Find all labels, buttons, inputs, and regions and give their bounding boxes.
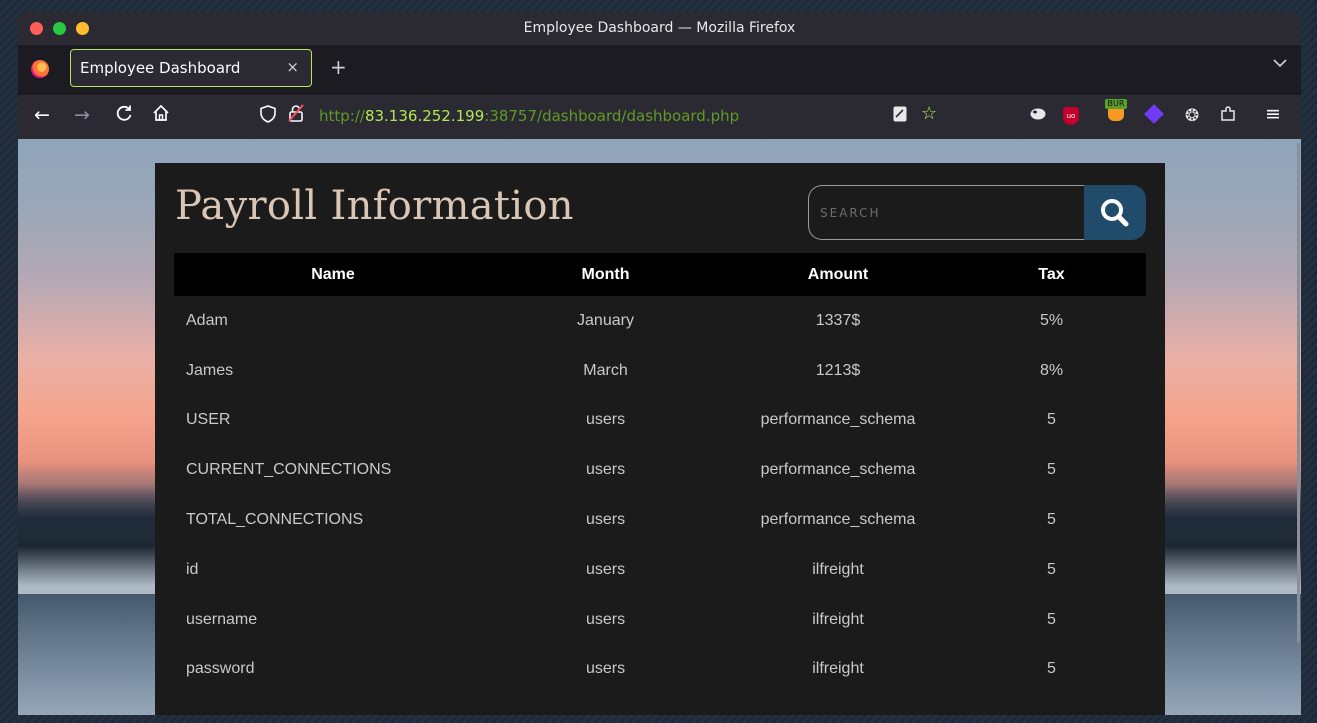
payroll-table: Name Month Amount Tax Adam January 1337$… (174, 253, 1146, 694)
cell-name: Adam (186, 311, 228, 329)
cell-name: id (186, 560, 199, 578)
search-input[interactable] (808, 185, 1084, 240)
cell-name: password (186, 660, 255, 678)
extension-icon[interactable] (1029, 105, 1047, 127)
navigation-toolbar: ← → http://83.136.252.199:38757/dashboar… (18, 95, 1301, 139)
cell-name: CURRENT_CONNECTIONS (186, 461, 392, 479)
burp-body-icon (1108, 109, 1124, 121)
cell-tax: 5 (1047, 511, 1056, 529)
reload-icon[interactable] (115, 104, 133, 127)
table-row: CURRENT_CONNECTIONS users performance_sc… (174, 445, 1146, 495)
payroll-panel: Payroll Information Name Month Amount (155, 163, 1165, 715)
search-bar (808, 185, 1146, 240)
cell-tax: 5% (1039, 311, 1064, 329)
column-header-name: Name (311, 265, 355, 283)
hamburger-menu-icon[interactable]: ≡ (1265, 103, 1281, 125)
cell-amount: performance_schema (760, 511, 916, 529)
cell-month: users (585, 660, 626, 678)
cell-amount: 1213$ (815, 361, 861, 379)
cell-tax: 5 (1047, 461, 1056, 479)
cell-month: March (583, 361, 628, 379)
burp-label: BUR (1105, 99, 1127, 109)
cell-name: James (186, 361, 234, 379)
column-header-amount: Amount (807, 265, 869, 283)
burp-proxy-icon[interactable]: BUR (1105, 99, 1127, 121)
table-row: id users ilfreight 5 (174, 545, 1146, 595)
cell-amount: ilfreight (812, 610, 864, 628)
back-arrow-icon[interactable]: ← (34, 104, 50, 126)
page-title: Payroll Information (175, 183, 574, 229)
cell-amount: performance_schema (760, 461, 916, 479)
table-row: username users ilfreight 5 (174, 595, 1146, 645)
tab-label: Employee Dashboard (80, 59, 241, 77)
cell-tax: 5 (1047, 660, 1056, 678)
cell-amount: 1337$ (815, 311, 861, 329)
column-header-month: Month (581, 265, 630, 283)
page-viewport: Payroll Information Name Month Amount (18, 139, 1301, 715)
cell-month: users (585, 560, 626, 578)
list-all-tabs-icon[interactable] (1273, 57, 1287, 72)
cell-amount: ilfreight (812, 660, 864, 678)
diamond-extension-icon[interactable] (1144, 104, 1164, 124)
cell-name: username (186, 610, 258, 628)
url-scheme: http:// (319, 107, 365, 125)
cell-month: users (585, 461, 626, 479)
cell-tax: 5 (1047, 560, 1056, 578)
table-row: password users ilfreight 5 (174, 645, 1146, 695)
cell-month: users (585, 511, 626, 529)
table-row: USER users performance_schema 5 (174, 396, 1146, 446)
cell-name: TOTAL_CONNECTIONS (186, 511, 364, 529)
close-tab-icon[interactable]: × (286, 58, 299, 76)
url-path: :38757/dashboard/dashboard.php (484, 107, 740, 125)
cell-name: USER (186, 411, 231, 429)
cell-month: users (585, 411, 626, 429)
table-row: Adam January 1337$ 5% (174, 296, 1146, 346)
search-button[interactable] (1084, 185, 1146, 240)
table-header-row: Name Month Amount Tax (174, 253, 1146, 296)
insecure-lock-icon[interactable] (288, 104, 304, 127)
cell-month: January (577, 311, 634, 329)
search-icon (1101, 198, 1129, 226)
address-bar[interactable]: http://83.136.252.199:38757/dashboard/da… (319, 107, 739, 125)
vertical-scrollbar[interactable] (1297, 143, 1300, 643)
cell-month: users (585, 610, 626, 628)
window-title: Employee Dashboard — Mozilla Firefox (523, 20, 796, 36)
bookmark-star-icon[interactable]: ☆ (921, 103, 937, 124)
cell-tax: 5 (1047, 610, 1056, 628)
cell-amount: performance_schema (760, 411, 916, 429)
reader-view-icon[interactable] (892, 105, 908, 128)
firefox-logo-icon[interactable] (31, 60, 49, 78)
browser-window: Employee Dashboard — Mozilla Firefox Emp… (18, 12, 1301, 715)
cookie-icon[interactable]: ❂ (1185, 105, 1199, 127)
extensions-puzzle-icon[interactable] (1219, 105, 1237, 129)
cell-tax: 8% (1039, 361, 1064, 379)
new-tab-button[interactable]: + (330, 55, 347, 79)
tab-bar: Employee Dashboard × + (18, 45, 1301, 95)
title-bar: Employee Dashboard — Mozilla Firefox (18, 12, 1301, 45)
forward-arrow-icon[interactable]: → (74, 104, 90, 126)
table-row: James March 1213$ 8% (174, 346, 1146, 396)
tab-employee-dashboard[interactable]: Employee Dashboard × (70, 49, 312, 87)
cell-tax: 5 (1047, 411, 1056, 429)
table-row: TOTAL_CONNECTIONS users performance_sche… (174, 495, 1146, 545)
tracking-protection-shield-icon[interactable] (260, 105, 276, 128)
ublock-origin-icon[interactable]: uo (1063, 107, 1079, 125)
cell-amount: ilfreight (812, 560, 864, 578)
column-header-tax: Tax (1038, 265, 1065, 283)
url-host: 83.136.252.199 (364, 107, 485, 125)
home-icon[interactable] (152, 104, 170, 128)
